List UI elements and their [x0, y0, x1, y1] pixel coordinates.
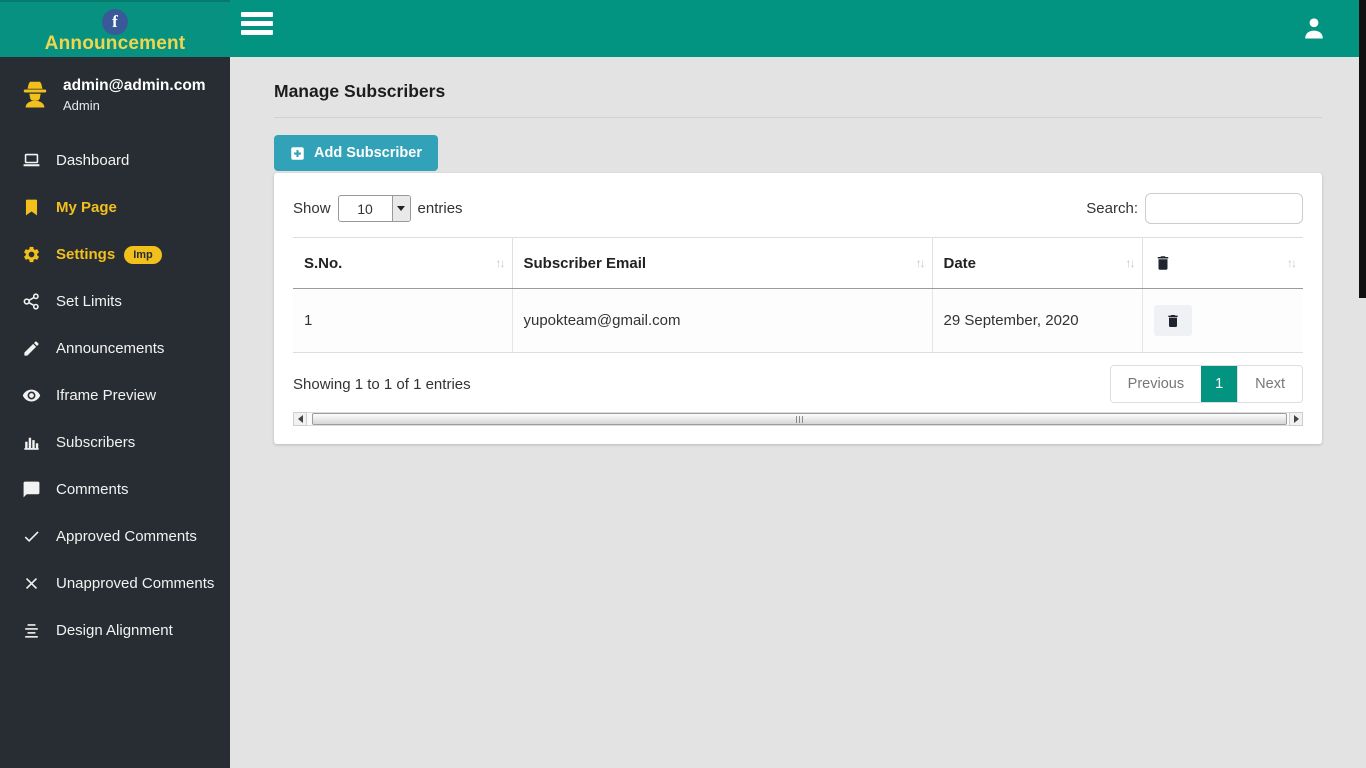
sort-icon: ↑↓ — [1287, 256, 1297, 271]
search-control: Search: — [1086, 193, 1303, 224]
vertical-scrollbar-thumb[interactable] — [1359, 0, 1366, 298]
header-sno[interactable]: S.No. ↑↓ — [293, 237, 512, 290]
subscribers-table: S.No. ↑↓ Subscriber Email ↑↓ Date ↑↓ ↑↓ — [293, 237, 1303, 354]
next-page-button[interactable]: Next — [1237, 366, 1302, 403]
imp-badge: Imp — [124, 245, 162, 264]
chevron-down-icon — [391, 196, 410, 221]
scrollbar-track[interactable] — [307, 412, 1289, 427]
nodes-icon — [23, 293, 39, 310]
user-info: admin@admin.com Admin — [63, 77, 206, 113]
sidebar-item-label: Unapproved Comments — [56, 575, 215, 592]
page-length-control: Show 10 entries — [293, 195, 463, 222]
plus-square-icon — [291, 146, 304, 160]
pagination: Previous 1 Next — [1109, 365, 1303, 404]
table-header-row: S.No. ↑↓ Subscriber Email ↑↓ Date ↑↓ ↑↓ — [293, 237, 1303, 290]
sidebar-item-settings[interactable]: Settings Imp — [0, 231, 230, 278]
topbar — [230, 0, 1366, 57]
table-footer: Showing 1 to 1 of 1 entries Previous 1 N… — [293, 365, 1303, 404]
sidebar-item-label: Settings — [56, 246, 116, 263]
sidebar-item-label: Dashboard — [56, 152, 130, 169]
comment-icon — [23, 481, 40, 498]
sidebar-item-my-page[interactable]: My Page — [0, 184, 230, 231]
sidebar-item-announcements[interactable]: Announcements — [0, 325, 230, 372]
page-title: Manage Subscribers — [274, 81, 446, 101]
app-logo: f Announcement — [0, 0, 230, 57]
sidebar-item-subscribers[interactable]: Subscribers — [0, 419, 230, 466]
search-input[interactable] — [1145, 193, 1303, 224]
show-label: Show — [293, 200, 331, 217]
cell-email: yupokteam@gmail.com — [511, 288, 932, 354]
user-panel: admin@admin.com Admin — [0, 57, 230, 137]
entries-info: Showing 1 to 1 of 1 entries — [293, 375, 471, 393]
header-email-label: Subscriber Email — [523, 254, 647, 272]
user-role: Admin — [63, 98, 100, 113]
title-divider — [274, 117, 1322, 118]
current-page-button[interactable]: 1 — [1201, 366, 1238, 403]
add-subscriber-label: Add Subscriber — [314, 145, 422, 161]
header-delete[interactable]: ↑↓ — [1141, 237, 1303, 290]
sidebar-item-label: My Page — [56, 199, 117, 216]
sort-icon: ↑↓ — [1125, 256, 1136, 271]
bar-chart-icon — [24, 437, 39, 450]
trash-icon — [1167, 314, 1178, 327]
sidebar-item-label: Subscribers — [56, 434, 136, 451]
align-icon — [25, 624, 38, 638]
check-icon — [24, 531, 39, 543]
header-subscriber-email[interactable]: Subscriber Email ↑↓ — [511, 237, 932, 290]
spy-icon — [23, 81, 47, 108]
horizontal-scrollbar — [293, 412, 1303, 427]
sort-icon: ↑↓ — [495, 256, 506, 271]
header-date[interactable]: Date ↑↓ — [931, 237, 1142, 290]
scrollbar-thumb[interactable] — [312, 413, 1287, 426]
sidebar-item-set-limits[interactable]: Set Limits — [0, 278, 230, 325]
sidebar-item-label: Approved Comments — [56, 528, 197, 545]
sidebar: f Announcement admin@admin.com Admin Das… — [0, 0, 230, 768]
cell-delete — [1141, 288, 1303, 354]
person-icon[interactable] — [1300, 14, 1328, 42]
previous-page-button[interactable]: Previous — [1110, 366, 1202, 403]
eye-icon — [22, 389, 41, 402]
user-email: admin@admin.com — [63, 77, 206, 94]
gear-icon — [24, 246, 39, 263]
page-length-value: 10 — [357, 200, 373, 217]
sidebar-item-comments[interactable]: Comments — [0, 466, 230, 513]
app-title: Announcement — [44, 33, 186, 54]
trash-icon — [1157, 256, 1168, 270]
delete-subscriber-button[interactable] — [1153, 305, 1192, 337]
pencil-icon — [24, 341, 39, 356]
sidebar-item-unapproved-comments[interactable]: Unapproved Comments — [0, 560, 230, 607]
facebook-icon: f — [102, 9, 128, 35]
laptop-icon — [23, 153, 40, 167]
sidebar-item-approved-comments[interactable]: Approved Comments — [0, 513, 230, 560]
bookmark-icon — [25, 199, 38, 216]
hamburger-icon[interactable] — [237, 11, 277, 47]
header-date-label: Date — [943, 254, 977, 272]
main-content: Manage Subscribers Add Subscriber Show 1… — [230, 57, 1366, 768]
sidebar-item-design-alignment[interactable]: Design Alignment — [0, 607, 230, 654]
sidebar-nav: Dashboard My Page Settings Imp Set Limit… — [0, 137, 230, 654]
scroll-right-arrow[interactable] — [1289, 412, 1303, 427]
sort-icon: ↑↓ — [915, 256, 926, 271]
header-sno-label: S.No. — [304, 254, 343, 272]
sidebar-item-label: Design Alignment — [56, 622, 173, 639]
add-subscriber-button[interactable]: Add Subscriber — [274, 135, 438, 171]
page-length-select[interactable]: 10 — [337, 195, 411, 222]
cell-sno: 1 — [293, 288, 512, 354]
search-label: Search: — [1086, 200, 1138, 217]
x-icon — [25, 577, 38, 590]
table-controls: Show 10 entries Search: — [293, 193, 1303, 224]
sidebar-item-label: Announcements — [56, 340, 165, 357]
sidebar-item-label: Iframe Preview — [56, 387, 157, 404]
table-row: 1 yupokteam@gmail.com 29 September, 2020 — [293, 288, 1303, 354]
scrollbar-grip-icon — [795, 415, 804, 423]
cell-date: 29 September, 2020 — [931, 288, 1142, 354]
sidebar-item-dashboard[interactable]: Dashboard — [0, 137, 230, 184]
scroll-left-arrow[interactable] — [293, 412, 307, 427]
sidebar-item-iframe-preview[interactable]: Iframe Preview — [0, 372, 230, 419]
entries-label: entries — [417, 200, 463, 217]
sidebar-item-label: Comments — [56, 481, 129, 498]
sidebar-item-label: Set Limits — [56, 293, 122, 310]
subscribers-card: Show 10 entries Search: S.No. ↑↓ Subscri… — [274, 173, 1322, 445]
